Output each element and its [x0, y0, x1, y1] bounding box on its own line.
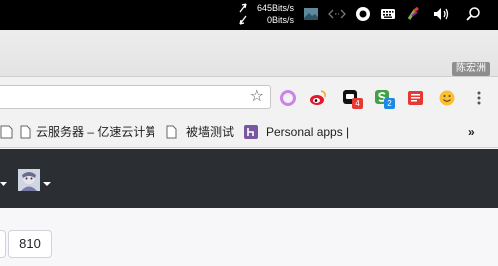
profile-name-chip[interactable]: 陈宏洲 — [452, 62, 490, 76]
speaker-icon[interactable] — [432, 6, 452, 22]
weibo-icon[interactable] — [309, 89, 327, 107]
extension-badge: 2 — [384, 98, 395, 109]
bookmark-star-icon[interactable]: ☆ — [250, 88, 264, 106]
address-bar[interactable]: ☆ — [0, 85, 271, 109]
page-content: 810 — [0, 208, 498, 266]
chevron-down-icon[interactable] — [43, 175, 52, 186]
input-partial[interactable] — [0, 230, 6, 258]
browser-toolbar: ☆ 4 2 — [0, 76, 498, 116]
search-icon[interactable] — [465, 6, 481, 22]
bookmark-item[interactable]: 被墙测试 — [186, 124, 242, 140]
browser-tab-strip — [0, 30, 498, 76]
bookmark-item-partial[interactable] — [0, 124, 14, 140]
heroku-icon — [244, 124, 258, 140]
upload-speed: 645Bits/s — [256, 3, 294, 13]
s-ext-icon[interactable]: 2 — [374, 89, 395, 109]
circle-ext-icon[interactable] — [279, 89, 297, 107]
site-navbar — [0, 149, 498, 208]
color-picker-icon[interactable] — [406, 6, 422, 22]
bookmark-item[interactable]: Personal apps | Heroku — [266, 124, 352, 140]
menu-bar: 645Bits/s 0Bits/s — [0, 0, 498, 30]
menu-icon[interactable] — [475, 89, 483, 107]
avatar[interactable] — [18, 169, 40, 191]
bookmarks-bar: 云服务器 – 亿速云计算 被墙测试 Personal apps | Heroku… — [0, 116, 498, 148]
note-ext-icon[interactable] — [407, 89, 425, 107]
number-field[interactable]: 810 — [8, 230, 52, 258]
down-arrow-icon — [238, 14, 248, 29]
code-arrows-icon[interactable] — [327, 6, 347, 22]
network-speed-monitor[interactable]: 645Bits/s 0Bits/s — [238, 2, 294, 28]
keyboard-icon[interactable] — [380, 6, 396, 22]
record-icon[interactable] — [355, 6, 371, 22]
chevron-down-icon[interactable] — [0, 175, 8, 186]
landscape-icon[interactable] — [303, 6, 319, 22]
smiley-icon[interactable] — [438, 89, 456, 107]
dark-ext-icon[interactable]: 4 — [342, 89, 363, 109]
bookmark-item[interactable]: 云服务器 – 亿速云计算 — [36, 124, 154, 140]
extension-badge: 4 — [352, 98, 363, 109]
page-icon — [166, 124, 178, 140]
page-icon — [20, 124, 32, 140]
download-speed: 0Bits/s — [266, 15, 294, 25]
bookmarks-overflow-button[interactable]: » — [468, 124, 480, 140]
